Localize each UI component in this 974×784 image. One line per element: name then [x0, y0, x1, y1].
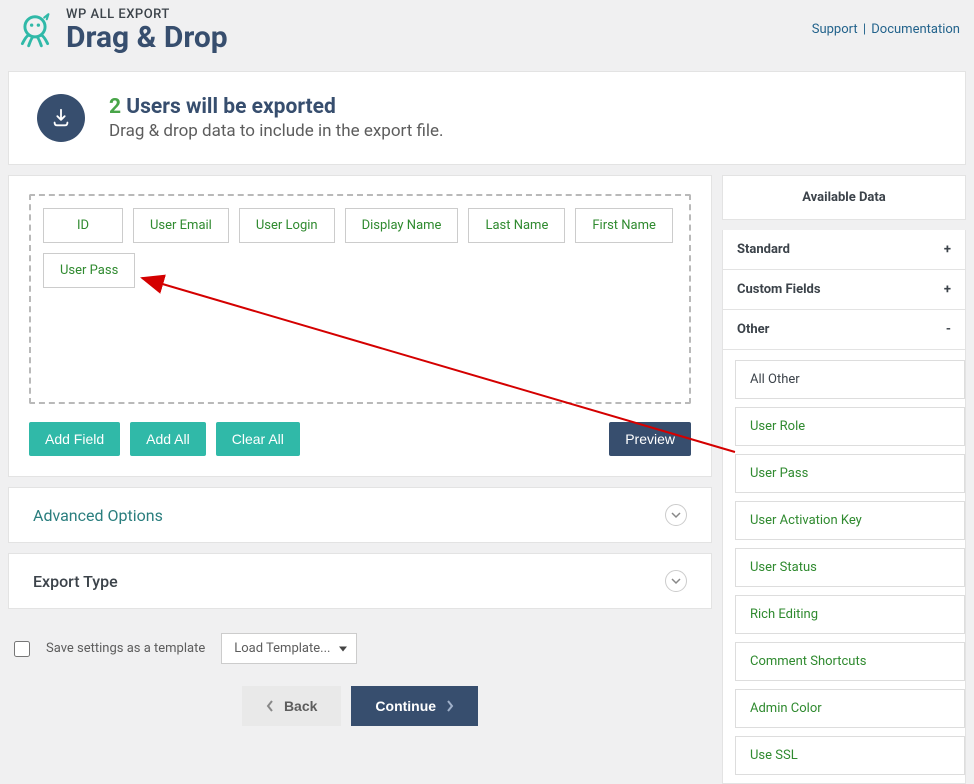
export-type-label: Export Type: [33, 572, 118, 591]
field-chip[interactable]: Display Name: [345, 208, 459, 243]
available-data-item[interactable]: Use SSL: [735, 736, 965, 775]
field-builder-panel: ID User Email User Login Display Name Last N…: [8, 175, 712, 477]
available-data-title: Available Data: [723, 176, 965, 219]
header: WP ALL EXPORT Drag & Drop Support | Docu…: [8, 0, 966, 71]
download-icon: [37, 94, 85, 142]
available-data-panel: Available Data: [722, 175, 966, 220]
field-chip[interactable]: First Name: [575, 208, 673, 243]
brand: WP ALL EXPORT Drag & Drop: [14, 8, 228, 53]
chevron-down-icon: [665, 570, 687, 592]
chevron-down-icon: [665, 504, 687, 526]
dropzone[interactable]: ID User Email User Login Display Name Last N…: [29, 194, 691, 404]
collapse-icon: -: [946, 322, 951, 337]
field-chip[interactable]: Last Name: [468, 208, 565, 243]
expand-icon: +: [944, 242, 951, 257]
available-data-item[interactable]: Admin Color: [735, 689, 965, 728]
chevron-right-icon: [446, 700, 454, 712]
info-subtitle: Drag & drop data to include in the expor…: [109, 121, 444, 141]
save-settings-row: Save settings as a template Load Templat…: [8, 619, 712, 664]
add-field-button[interactable]: Add Field: [29, 422, 120, 456]
save-template-label: Save settings as a template: [46, 641, 205, 656]
export-count: 2: [109, 95, 121, 119]
available-data-item[interactable]: User Activation Key: [735, 501, 965, 540]
advanced-options-label: Advanced Options: [33, 506, 163, 525]
field-chip[interactable]: User Login: [239, 208, 335, 243]
load-template-select[interactable]: Load Template...: [221, 633, 357, 664]
expand-icon: +: [944, 282, 951, 297]
available-data-item[interactable]: User Role: [735, 407, 965, 446]
back-button[interactable]: Back: [242, 686, 341, 726]
available-data-item[interactable]: User Pass: [735, 454, 965, 493]
save-template-checkbox[interactable]: [14, 641, 30, 657]
clear-all-button[interactable]: Clear All: [216, 422, 300, 456]
header-links: Support | Documentation: [812, 8, 960, 37]
preview-button[interactable]: Preview: [609, 422, 691, 456]
support-link[interactable]: Support: [812, 22, 858, 37]
chevron-left-icon: [266, 700, 274, 712]
info-panel: 2 Users will be exported Drag & drop dat…: [8, 71, 966, 165]
group-standard[interactable]: Standard +: [722, 230, 966, 270]
group-other-items: All Other User Role User Pass User Activati…: [722, 350, 966, 784]
info-title: 2 Users will be exported: [109, 95, 444, 119]
advanced-options-section[interactable]: Advanced Options: [8, 487, 712, 543]
group-custom-fields[interactable]: Custom Fields +: [722, 270, 966, 310]
field-chip[interactable]: User Pass: [43, 253, 135, 288]
continue-button[interactable]: Continue: [351, 686, 478, 726]
available-data-item[interactable]: Rich Editing: [735, 595, 965, 634]
group-other[interactable]: Other -: [722, 310, 966, 350]
available-data-item[interactable]: User Status: [735, 548, 965, 587]
available-data-item[interactable]: All Other: [735, 360, 965, 399]
field-chip[interactable]: ID: [43, 208, 123, 243]
available-data-item[interactable]: Comment Shortcuts: [735, 642, 965, 681]
page-title: Drag & Drop: [66, 22, 228, 54]
documentation-link[interactable]: Documentation: [871, 22, 960, 37]
export-type-section[interactable]: Export Type: [8, 553, 712, 609]
add-all-button[interactable]: Add All: [130, 422, 206, 456]
logo-icon: [14, 10, 56, 52]
field-chip[interactable]: User Email: [133, 208, 229, 243]
